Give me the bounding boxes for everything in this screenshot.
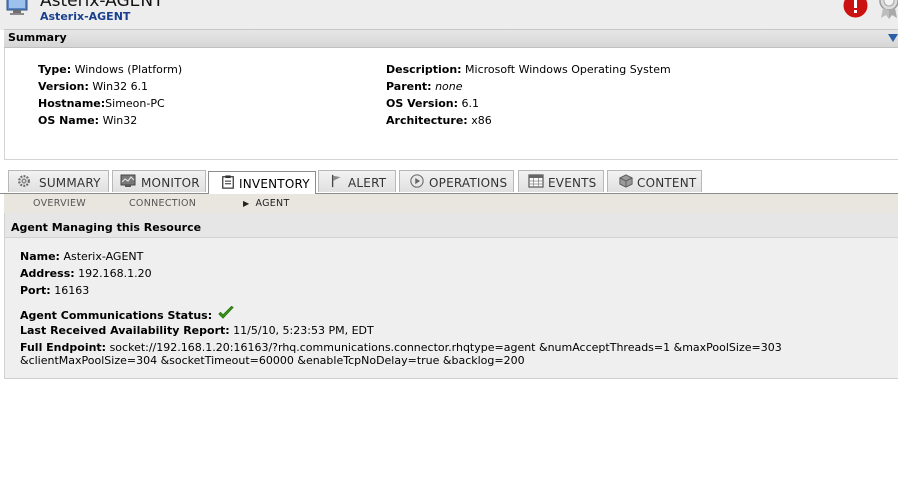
summary-value: Win32: [102, 114, 138, 127]
summary-key: Version:: [38, 80, 89, 93]
summary-key: OS Version:: [386, 97, 459, 110]
summary-value: Windows (Platform): [74, 63, 183, 76]
summary-label: Summary: [8, 31, 67, 44]
agent-panel-title: Agent Managing this Resource: [11, 221, 202, 234]
summary-value: x86: [471, 114, 492, 127]
play-icon: [410, 174, 424, 188]
agent-last-report-value: 11/5/10, 5:23:53 PM, EDT: [233, 324, 374, 337]
tab-label: OPERATIONS: [429, 176, 508, 190]
collapse-triangle-icon[interactable]: [888, 33, 898, 43]
agent-endpoint-row: Full Endpoint: socket://192.168.1.20:161…: [20, 341, 890, 367]
summary-left-column: Type: Windows (Platform) Version: Win32 …: [38, 63, 182, 131]
subtab-bar: OVERVIEW CONNECTION ▶ AGENT: [4, 194, 898, 213]
tab-label: INVENTORY: [239, 177, 310, 191]
agent-address-row: Address: 192.168.1.20: [20, 267, 890, 284]
agent-endpoint-value: socket://192.168.1.20:16163/?rhq.communi…: [20, 341, 782, 367]
agent-port-row: Port: 16163: [20, 284, 890, 301]
field-key: Name:: [20, 250, 60, 263]
summary-row: Description: Microsoft Windows Operating…: [386, 63, 671, 80]
tab-monitor[interactable]: MONITOR: [112, 170, 206, 192]
tab-inventory[interactable]: INVENTORY: [208, 171, 316, 194]
monitor-icon: [120, 174, 136, 187]
field-key: Last Received Availability Report:: [20, 324, 230, 337]
favorite-badge-icon[interactable]: [877, 0, 898, 19]
tab-summary[interactable]: SUMMARY: [8, 170, 109, 192]
summary-value: none: [435, 80, 463, 93]
agent-panel-header: Agent Managing this Resource: [5, 213, 898, 238]
tab-label: CONTENT: [637, 176, 697, 190]
tab-events[interactable]: EVENTS: [518, 170, 604, 192]
agent-name-value: Asterix-AGENT: [63, 250, 144, 263]
summary-row: OS Name: Win32: [38, 114, 182, 131]
agent-name-row: Name: Asterix-AGENT: [20, 250, 890, 267]
tab-label: SUMMARY: [39, 176, 101, 190]
summary-right-column: Description: Microsoft Windows Operating…: [386, 63, 671, 131]
selected-arrow-icon: ▶: [243, 199, 250, 208]
summary-row: Parent: none: [386, 80, 671, 97]
check-icon: [217, 306, 234, 319]
agent-port-value: 16163: [54, 284, 90, 297]
summary-row: Version: Win32 6.1: [38, 80, 182, 97]
summary-key: Architecture:: [386, 114, 468, 127]
computer-icon: [6, 0, 28, 15]
summary-row: Architecture: x86: [386, 114, 671, 131]
field-key: Agent Communications Status:: [20, 309, 213, 322]
summary-key: Description:: [386, 63, 462, 76]
tab-label: MONITOR: [141, 176, 200, 190]
summary-row: OS Version: 6.1: [386, 97, 671, 114]
tab-label: EVENTS: [548, 176, 597, 190]
subtab-overview[interactable]: OVERVIEW: [33, 198, 86, 209]
resource-header: Asterix-AGENT Asterix-AGENT: [0, 0, 898, 30]
alert-icon[interactable]: [843, 0, 868, 18]
summary-key: Type:: [38, 63, 72, 76]
subtab-agent[interactable]: ▶ AGENT: [243, 198, 290, 209]
subtab-label: AGENT: [255, 198, 290, 209]
summary-row: Hostname:Simeon-PC: [38, 97, 182, 114]
tab-content[interactable]: CONTENT: [607, 170, 702, 192]
tab-alert[interactable]: ALERT: [318, 170, 396, 192]
summary-value: Microsoft Windows Operating System: [465, 63, 671, 76]
field-key: Address:: [20, 267, 75, 280]
agent-panel: Agent Managing this Resource Name: Aster…: [4, 213, 898, 379]
field-key: Full Endpoint:: [20, 341, 107, 354]
summary-value: 6.1: [461, 97, 480, 110]
agent-status-row: Agent Communications Status:: [20, 306, 890, 324]
summary-value: Win32 6.1: [92, 80, 149, 93]
clipboard-icon: [222, 175, 234, 189]
gear-icon: [18, 175, 30, 187]
package-icon: [619, 174, 633, 188]
summary-key: OS Name:: [38, 114, 100, 127]
tab-operations[interactable]: OPERATIONS: [399, 170, 514, 192]
calendar-icon: [528, 174, 544, 188]
agent-address-value: 192.168.1.20: [78, 267, 152, 280]
summary-row: Type: Windows (Platform): [38, 63, 182, 80]
flag-icon: [331, 174, 341, 188]
agent-details: Name: Asterix-AGENT Address: 192.168.1.2…: [20, 250, 890, 367]
summary-value: Simeon-PC: [105, 97, 165, 110]
summary-section-header[interactable]: Summary: [4, 29, 898, 48]
resource-subtitle: Asterix-AGENT: [40, 10, 131, 23]
summary-key: Hostname:: [38, 97, 106, 110]
tab-label: ALERT: [348, 176, 387, 190]
agent-last-report-row: Last Received Availability Report: 11/5/…: [20, 324, 890, 341]
summary-key: Parent:: [386, 80, 432, 93]
field-key: Port:: [20, 284, 51, 297]
subtab-connection[interactable]: CONNECTION: [129, 198, 196, 209]
summary-panel: Type: Windows (Platform) Version: Win32 …: [4, 48, 898, 160]
